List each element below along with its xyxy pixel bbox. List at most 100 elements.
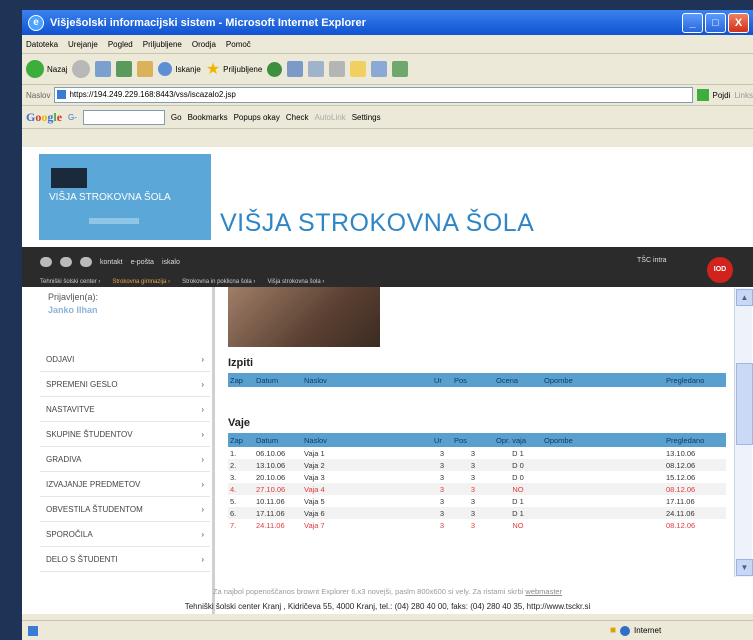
folder-icon[interactable] bbox=[350, 61, 367, 77]
autolink-button[interactable]: AutoLink bbox=[315, 113, 346, 122]
cell-ur: 3 bbox=[439, 472, 445, 482]
cell-pregledano: 08.12.06 bbox=[666, 520, 696, 530]
scroll-up-icon[interactable]: ▲ bbox=[736, 289, 753, 306]
google-menu[interactable]: G- bbox=[68, 113, 77, 122]
google-search-input[interactable] bbox=[82, 109, 165, 125]
browser-window: e Višješolski informacijski sistem - Mic… bbox=[22, 10, 753, 640]
back-button[interactable]: Nazaj bbox=[26, 60, 67, 78]
research-icon[interactable] bbox=[371, 61, 388, 77]
menu-item-gradiva[interactable]: GRADIVA › bbox=[40, 447, 210, 472]
menu-priljubljene[interactable]: Priljubljene bbox=[143, 40, 182, 49]
menu-item-label: GRADIVA bbox=[46, 454, 82, 464]
refresh-icon[interactable] bbox=[116, 61, 133, 77]
logo-text: VIŠJA STROKOVNA ŠOLA bbox=[49, 192, 171, 203]
go-arrow-icon[interactable] bbox=[696, 89, 709, 101]
cell-naslov[interactable]: Vaja 2 bbox=[302, 459, 432, 471]
forward-arrow-icon[interactable] bbox=[72, 60, 91, 78]
login-info: Prijavljen(a): Janko Ilhan bbox=[48, 291, 98, 317]
crumb-tsc[interactable]: Tehniški šolski center › bbox=[40, 279, 100, 285]
cell-naslov[interactable]: Vaja 5 bbox=[302, 495, 432, 507]
google-go-button[interactable]: Go bbox=[171, 113, 182, 122]
cell-zap: 5. bbox=[230, 496, 237, 506]
webmaster-link[interactable]: webmaster bbox=[525, 587, 562, 596]
scroll-thumb[interactable] bbox=[736, 363, 753, 445]
cell-zap: 4. bbox=[228, 483, 254, 495]
menu-item-label: NASTAVITVE bbox=[46, 404, 95, 414]
ie-logo-icon: e bbox=[28, 14, 44, 31]
cell-zap: 2. bbox=[228, 459, 254, 471]
popups-button[interactable]: Popups okay bbox=[234, 113, 280, 122]
page-status-icon bbox=[28, 626, 38, 636]
menu-item-nastavitve[interactable]: NASTAVITVE › bbox=[40, 397, 210, 422]
menu-item-skupine[interactable]: SKUPINE ŠTUDENTOV › bbox=[40, 422, 210, 447]
cell-naslov[interactable]: Vaja 1 bbox=[302, 447, 432, 459]
chevron-right-icon: › bbox=[201, 379, 204, 389]
stop-icon[interactable] bbox=[95, 61, 112, 77]
notice-text: Za najbol popenoščanos brownt Explorer 6… bbox=[212, 587, 526, 596]
favorites-button[interactable]: ★ Priljubljene bbox=[206, 59, 262, 79]
print-icon[interactable] bbox=[308, 61, 325, 77]
menu-urejanje[interactable]: Urejanje bbox=[68, 40, 98, 49]
side-menu: ODJAVI › SPREMENI GESLO › NASTAVITVE › SKUP… bbox=[40, 347, 210, 572]
cell-naslov[interactable]: Vaja 4 bbox=[302, 483, 432, 495]
cell-zap: 6. bbox=[228, 507, 254, 519]
maximize-button[interactable]: □ bbox=[705, 13, 726, 33]
back-label: Nazaj bbox=[47, 64, 68, 74]
cell-opr: NO bbox=[494, 483, 542, 495]
cell-opombe bbox=[542, 471, 664, 483]
cell-opr: D 1 bbox=[512, 448, 524, 458]
menu-orodja[interactable]: Orodja bbox=[192, 40, 216, 49]
go-button[interactable]: Pojdi bbox=[713, 91, 731, 100]
cell-datum: 06.10.06 bbox=[256, 448, 286, 458]
links-button[interactable]: Links bbox=[734, 91, 753, 100]
cell-zap: 3. bbox=[230, 472, 237, 482]
cell-opombe bbox=[542, 459, 664, 471]
menu-item-obvestila[interactable]: OBVESTILA ŠTUDENTOM › bbox=[40, 497, 210, 522]
logout-round-button[interactable]: IOD bbox=[707, 257, 733, 283]
menu-item-spremeni-geslo[interactable]: SPREMENI GESLO › bbox=[40, 372, 210, 397]
menu-pomoc[interactable]: Pomoč bbox=[226, 40, 251, 49]
settings-button[interactable]: Settings bbox=[352, 113, 381, 122]
link-kontakt[interactable]: kontakt bbox=[100, 259, 123, 266]
security-zone: ■ Internet bbox=[610, 625, 661, 636]
mail-icon[interactable] bbox=[287, 61, 304, 77]
scroll-down-icon[interactable]: ▼ bbox=[736, 559, 753, 576]
vertical-scrollbar[interactable]: ▲ ▼ bbox=[734, 288, 753, 577]
link-tsc-intra[interactable]: TŠC intra bbox=[637, 257, 667, 264]
col-pregledano: Pregledano bbox=[664, 373, 726, 387]
link-eposta[interactable]: e-pošta bbox=[131, 259, 154, 266]
crumb-gimnazija[interactable]: Strokovna gimnazija › bbox=[112, 279, 170, 285]
search-button[interactable]: Iskanje bbox=[158, 62, 201, 76]
menu-item-izvajanje[interactable]: IZVAJANJE PREDMETOV › bbox=[40, 472, 210, 497]
menu-item-odjavi[interactable]: ODJAVI › bbox=[40, 347, 210, 372]
nav-pill-icon[interactable] bbox=[60, 257, 72, 267]
cell-naslov[interactable]: Vaja 3 bbox=[302, 471, 432, 483]
address-input[interactable]: https://194.249.229.168:8443/vss/iscazal… bbox=[54, 87, 693, 103]
nav-pill-icon[interactable] bbox=[80, 257, 92, 267]
title-bar: e Višješolski informacijski sistem - Mic… bbox=[22, 10, 753, 35]
home-icon[interactable] bbox=[137, 61, 154, 77]
link-iskalo[interactable]: iskalo bbox=[162, 259, 180, 266]
crumb-poklicna[interactable]: Strokovna in poklicna šola › bbox=[182, 279, 255, 285]
minimize-button[interactable]: _ bbox=[682, 13, 703, 33]
cell-pregledano: 15.12.06 bbox=[666, 472, 696, 482]
menu-item-label: SPREMENI GESLO bbox=[46, 379, 118, 389]
history-icon[interactable] bbox=[267, 61, 283, 77]
nav-pill-icon[interactable] bbox=[40, 257, 52, 267]
close-button[interactable]: X bbox=[728, 13, 749, 33]
menu-item-sporocila[interactable]: SPOROČILA › bbox=[40, 522, 210, 547]
col-datum: Datum bbox=[254, 373, 302, 387]
menu-datoteka[interactable]: Datoteka bbox=[26, 40, 58, 49]
chevron-right-icon: › bbox=[201, 454, 204, 464]
crumb-visja[interactable]: Višja strokovna šola › bbox=[267, 279, 324, 285]
bookmarks-button[interactable]: Bookmarks bbox=[188, 113, 228, 122]
cell-naslov[interactable]: Vaja 7 bbox=[302, 519, 432, 531]
menu-item-delo[interactable]: DELO S ŠTUDENTI › bbox=[40, 547, 210, 572]
check-button[interactable]: Check bbox=[286, 113, 309, 122]
menu-pogled[interactable]: Pogled bbox=[108, 40, 133, 49]
site-header: VIŠJA STROKOVNA ŠOLA VIŠJA STROKOVNA ŠOL… bbox=[22, 147, 753, 247]
messenger-icon[interactable] bbox=[392, 61, 409, 77]
cell-naslov[interactable]: Vaja 6 bbox=[302, 507, 432, 519]
col-datum: Datum bbox=[254, 433, 302, 447]
edit-icon[interactable] bbox=[329, 61, 346, 77]
